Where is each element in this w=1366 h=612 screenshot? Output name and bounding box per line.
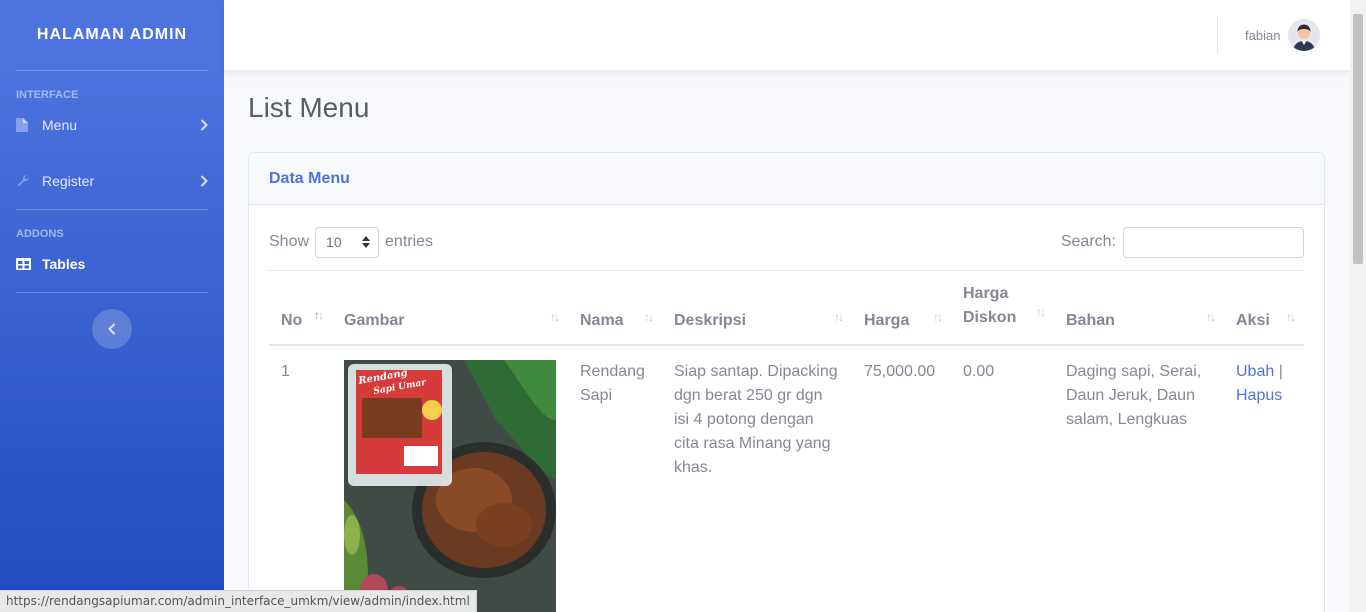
- sidebar-toggle-button[interactable]: [92, 309, 132, 349]
- user-dropdown[interactable]: fabian: [1245, 19, 1321, 51]
- sidebar: HALAMAN ADMIN INTERFACE Menu Register AD…: [0, 0, 224, 612]
- chevron-right-icon: [200, 119, 208, 131]
- column-header-aksi[interactable]: Aksi ↑↓: [1224, 270, 1304, 346]
- action-separator: |: [1278, 362, 1283, 380]
- entries-label: entries: [385, 233, 434, 250]
- sidebar-heading-addons: ADDONS: [16, 228, 64, 240]
- sort-icon: ↑↓: [834, 309, 844, 324]
- sort-icon: ↑↓: [644, 309, 654, 324]
- table-row: 1 Rendang Sapi Umar Rendang Sapi Siap sa…: [269, 345, 1304, 612]
- table-header-row: No ↑↓ Gambar ↑↓ Nama ↑↓ Deskripsi ↑↓ Harga ↑↓…: [269, 270, 1304, 346]
- sidebar-item-label: Register: [42, 173, 95, 189]
- sort-icon: ↑↓: [550, 309, 560, 324]
- sidebar-item-register[interactable]: Register: [0, 161, 224, 201]
- column-header-gambar[interactable]: Gambar ↑↓: [332, 270, 568, 346]
- cell-deskripsi: Siap santap. Dipacking dgn berat 250 gr …: [674, 362, 838, 476]
- edit-link[interactable]: Ubah: [1236, 363, 1274, 380]
- sidebar-item-tables[interactable]: Tables: [0, 244, 224, 284]
- length-control: Show 10 entries: [269, 226, 434, 258]
- table-controls: Show 10 entries Search:: [269, 225, 1304, 259]
- chevron-left-icon: [108, 323, 116, 335]
- card-header: Data Menu: [249, 153, 1324, 205]
- data-card: Data Menu Show 10 entries Search: No ↑↓ G…: [248, 152, 1325, 612]
- product-image: Rendang Sapi Umar: [344, 359, 556, 612]
- column-header-harga-diskon[interactable]: Harga Diskon ↑↓: [951, 270, 1054, 346]
- topbar-divider: [1217, 16, 1218, 54]
- chevron-right-icon: [200, 175, 208, 187]
- sidebar-brand[interactable]: HALAMAN ADMIN: [0, 0, 224, 70]
- page-scrollbar[interactable]: [1350, 0, 1366, 612]
- page-title: List Menu: [248, 92, 370, 123]
- search-label: Search:: [1060, 233, 1116, 250]
- cell-harga: 75,000.00: [864, 362, 936, 380]
- sidebar-item-label: Tables: [42, 256, 86, 272]
- column-header-deskripsi[interactable]: Deskripsi ↑↓: [662, 270, 852, 346]
- topbar: fabian: [224, 0, 1350, 70]
- card-title: Data Menu: [269, 169, 350, 187]
- wrench-icon: [16, 174, 42, 188]
- sort-icon: ↑↓: [1286, 309, 1296, 324]
- sort-icon: ↑↓: [933, 309, 943, 324]
- cell-harga-diskon: 0.00: [963, 362, 995, 380]
- search-input[interactable]: [1123, 226, 1304, 258]
- sidebar-item-menu[interactable]: Menu: [0, 105, 224, 145]
- entries-select-value: 10: [326, 234, 342, 250]
- avatar: [1288, 19, 1321, 51]
- sidebar-divider: [16, 292, 208, 293]
- file-icon: [16, 118, 42, 132]
- cell-bahan: Daging sapi, Serai, Daun Jeruk, Daun sal…: [1066, 362, 1202, 428]
- column-header-no[interactable]: No ↑↓: [269, 270, 332, 346]
- show-label: Show: [269, 233, 310, 250]
- menu-table: No ↑↓ Gambar ↑↓ Nama ↑↓ Deskripsi ↑↓ Harga ↑↓…: [269, 270, 1304, 612]
- entries-select[interactable]: 10: [315, 226, 380, 258]
- cell-nama: Rendang Sapi: [580, 362, 645, 404]
- column-header-bahan[interactable]: Bahan ↑↓: [1054, 270, 1224, 346]
- cell-gambar: Rendang Sapi Umar: [332, 345, 568, 612]
- status-bar-url: https://rendangsapiumar.com/admin_interf…: [0, 590, 477, 612]
- column-header-harga[interactable]: Harga ↑↓: [852, 270, 951, 346]
- cell-no: 1: [281, 362, 290, 380]
- cell-aksi: Ubah | Hapus: [1224, 345, 1304, 612]
- delete-link[interactable]: Hapus: [1236, 387, 1282, 404]
- sort-ascending-icon: ↑↓: [314, 307, 324, 322]
- table-icon: [16, 258, 42, 270]
- search-control: Search:: [1060, 226, 1304, 258]
- sidebar-heading-interface: INTERFACE: [16, 89, 79, 101]
- sort-icon: ↑↓: [1036, 304, 1046, 319]
- scrollbar-thumb[interactable]: [1353, 14, 1363, 264]
- column-header-nama[interactable]: Nama ↑↓: [568, 270, 662, 346]
- user-name: fabian: [1245, 27, 1281, 43]
- sidebar-item-label: Menu: [42, 117, 78, 133]
- sort-arrows-icon: [362, 236, 371, 248]
- sort-icon: ↑↓: [1206, 309, 1216, 324]
